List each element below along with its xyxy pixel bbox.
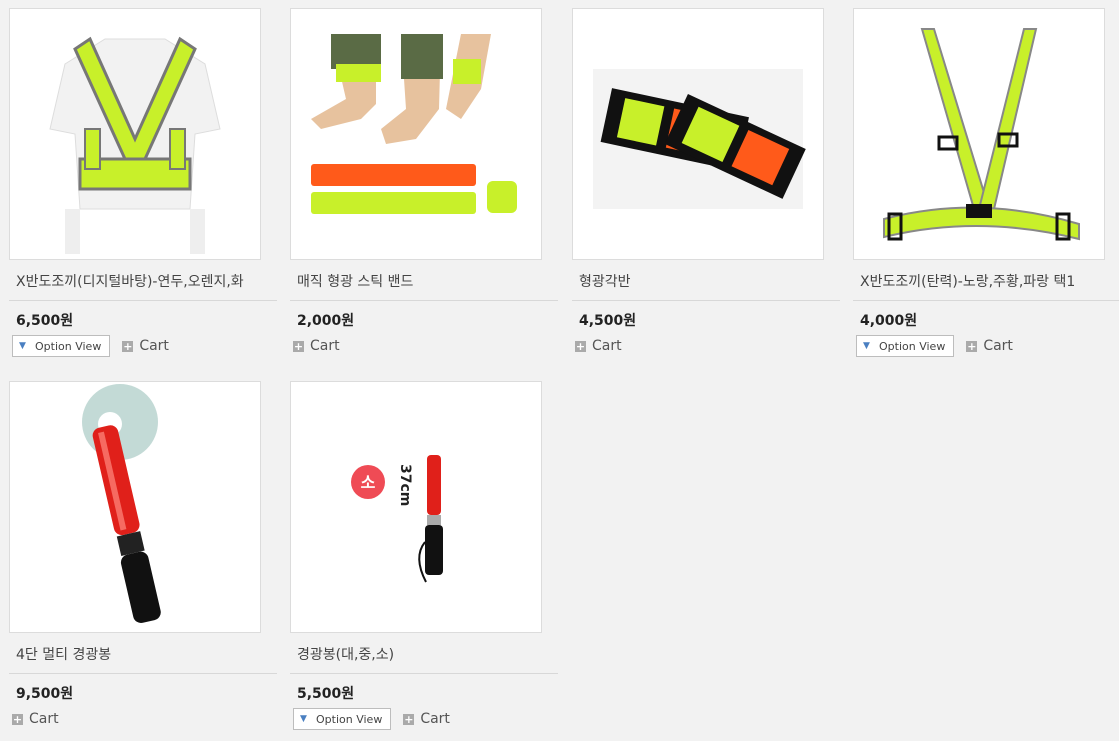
- plus-icon: +: [403, 712, 415, 726]
- product-actions: ▼ Option View + Cart: [290, 707, 558, 731]
- product-card: 4단 멀티 경광봉 9,500원 + Cart: [9, 381, 277, 731]
- product-actions: + Cart: [9, 707, 277, 731]
- cart-label: Cart: [420, 711, 450, 727]
- plus-icon: +: [575, 339, 586, 353]
- add-to-cart-button[interactable]: + Cart: [122, 338, 169, 354]
- add-to-cart-button[interactable]: + Cart: [966, 338, 1013, 354]
- product-card: 형광각반 4,500원 + Cart: [572, 8, 840, 358]
- chevron-down-icon: ▼: [300, 714, 307, 724]
- product-price: 5,500원: [297, 686, 355, 702]
- product-name[interactable]: 형광각반: [572, 272, 840, 301]
- cart-label: Cart: [983, 338, 1013, 354]
- product-actions: ▼ Option View + Cart: [9, 334, 277, 358]
- product-price: 6,500원: [16, 313, 74, 329]
- product-actions: + Cart: [290, 334, 558, 358]
- vest-icon: [10, 9, 260, 259]
- add-to-cart-button[interactable]: + Cart: [575, 338, 622, 354]
- option-view-button[interactable]: ▼ Option View: [293, 708, 392, 730]
- option-view-button[interactable]: ▼ Option View: [12, 335, 111, 357]
- cart-label: Cart: [310, 338, 340, 354]
- plus-icon: +: [293, 339, 304, 353]
- band-icon: [291, 9, 541, 259]
- product-actions: + Cart: [572, 334, 840, 358]
- product-image[interactable]: [290, 8, 542, 260]
- chevron-down-icon: ▼: [19, 341, 26, 351]
- product-card: X반도조끼(디지털바탕)-연두,오렌지,화 6,500원 ▼ Option Vi…: [9, 8, 277, 358]
- product-image[interactable]: [853, 8, 1105, 260]
- plus-icon: +: [122, 339, 134, 353]
- product-card: 소 37cm 경광봉(대,중,소) 5,500원 ▼ Option View +…: [290, 381, 558, 731]
- option-view-label: Option View: [316, 712, 383, 726]
- product-price: 4,000원: [860, 313, 918, 329]
- option-view-button[interactable]: ▼ Option View: [856, 335, 955, 357]
- product-name[interactable]: X반도조끼(탄력)-노랑,주황,파랑 택1: [853, 272, 1119, 301]
- armband-icon: [573, 9, 823, 259]
- chevron-down-icon: ▼: [863, 341, 870, 351]
- baton-small-icon: 소 37cm: [291, 382, 541, 632]
- cart-label: Cart: [139, 338, 169, 354]
- size-length-label: 37cm: [397, 464, 413, 506]
- baton-icon: [10, 382, 260, 632]
- add-to-cart-button[interactable]: + Cart: [293, 338, 340, 354]
- harness-icon: [854, 9, 1104, 259]
- product-image[interactable]: 소 37cm: [290, 381, 542, 633]
- size-badge-label: 소: [361, 473, 376, 492]
- option-view-label: Option View: [879, 339, 946, 353]
- product-card: X반도조끼(탄력)-노랑,주황,파랑 택1 4,000원 ▼ Option Vi…: [853, 8, 1119, 358]
- product-image[interactable]: [572, 8, 824, 260]
- product-card: 매직 형광 스틱 밴드 2,000원 + Cart: [290, 8, 558, 358]
- product-image[interactable]: [9, 8, 261, 260]
- product-price: 2,000원: [297, 313, 355, 329]
- plus-icon: +: [966, 339, 978, 353]
- option-view-label: Option View: [35, 339, 102, 353]
- add-to-cart-button[interactable]: + Cart: [403, 711, 450, 727]
- product-price: 4,500원: [579, 313, 637, 329]
- product-price: 9,500원: [16, 686, 74, 702]
- product-name[interactable]: 경광봉(대,중,소): [290, 645, 558, 674]
- product-image[interactable]: [9, 381, 261, 633]
- product-name[interactable]: X반도조끼(디지털바탕)-연두,오렌지,화: [9, 272, 277, 301]
- product-actions: ▼ Option View + Cart: [853, 334, 1119, 358]
- product-grid: X반도조끼(디지털바탕)-연두,오렌지,화 6,500원 ▼ Option Vi…: [0, 0, 1119, 741]
- product-name[interactable]: 4단 멀티 경광봉: [9, 645, 277, 674]
- add-to-cart-button[interactable]: + Cart: [12, 711, 59, 727]
- plus-icon: +: [12, 712, 23, 726]
- cart-label: Cart: [29, 711, 59, 727]
- cart-label: Cart: [592, 338, 622, 354]
- product-name[interactable]: 매직 형광 스틱 밴드: [290, 272, 558, 301]
